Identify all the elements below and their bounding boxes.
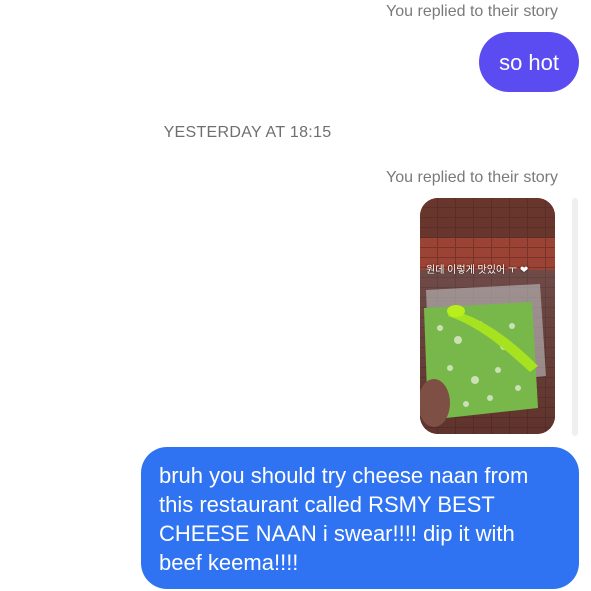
message-text: so hot: [499, 49, 559, 75]
story-reply-note: You replied to their story: [386, 169, 558, 186]
scrollbar[interactable]: [572, 198, 578, 436]
sent-message-bubble[interactable]: so hot: [479, 32, 579, 92]
story-image: [420, 198, 555, 434]
date-separator: YESTERDAY AT 18:15: [163, 124, 332, 141]
story-reply-note: You replied to their story: [386, 3, 558, 20]
message-text: bruh you should try cheese naan from thi…: [159, 463, 529, 575]
sent-message-bubble[interactable]: bruh you should try cheese naan from thi…: [141, 447, 579, 589]
story-thumbnail[interactable]: 원데 이렇게 맛있어 ㅜ ❤: [420, 198, 555, 434]
story-caption: 원데 이렇게 맛있어 ㅜ ❤: [426, 265, 529, 276]
